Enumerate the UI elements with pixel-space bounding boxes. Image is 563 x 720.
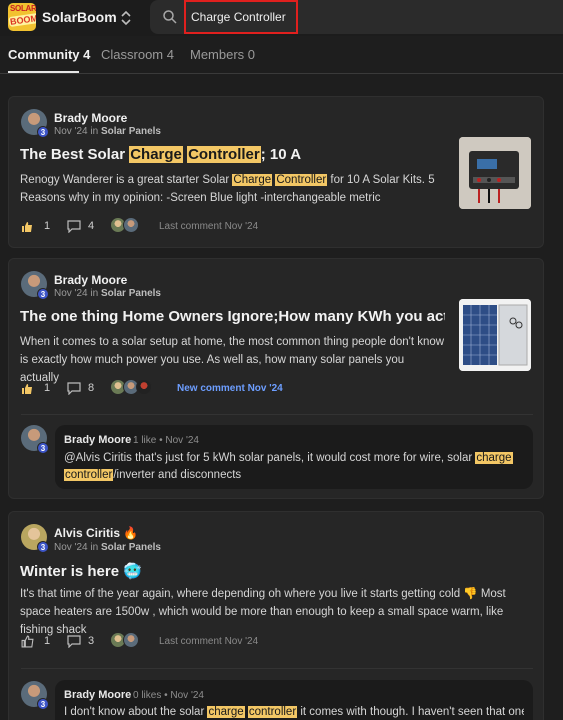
title-highlight: Charge xyxy=(129,146,183,163)
post-excerpt[interactable]: It's that time of the year again, where … xyxy=(20,585,532,639)
post-title[interactable]: Winter is here 🥶 xyxy=(20,562,142,580)
thumbs-down-icon: 👎 xyxy=(463,588,478,600)
tab-classroom[interactable]: Classroom 4 xyxy=(101,47,174,62)
active-tab-indicator xyxy=(8,71,79,73)
level-badge: 3 xyxy=(37,126,49,138)
reply-text-part: I don't know about the solar xyxy=(64,706,208,718)
level-badge: 3 xyxy=(37,541,49,553)
post-category[interactable]: Solar Panels xyxy=(101,126,161,137)
app-logo[interactable]: SOLAR BOOM xyxy=(8,3,36,31)
excerpt-text: Renogy Wanderer is a great starter Solar xyxy=(20,174,233,186)
like-count: 1 xyxy=(44,635,51,647)
like-count: 1 xyxy=(44,382,51,394)
tab-community[interactable]: Community 4 xyxy=(8,47,90,62)
logo-text-bottom: BOOM xyxy=(8,12,36,28)
reply-author[interactable]: Brady Moore xyxy=(64,434,131,446)
excerpt-highlight: Charge xyxy=(232,174,273,186)
post-meta: Nov '24 in Solar Panels xyxy=(54,542,161,553)
post-meta: Nov '24 in Solar Panels xyxy=(54,126,161,137)
comment-icon[interactable] xyxy=(67,220,81,233)
commenter-avatar[interactable] xyxy=(123,217,139,233)
like-icon[interactable] xyxy=(21,221,33,233)
post-author[interactable]: Brady Moore xyxy=(54,111,127,125)
comment-icon[interactable] xyxy=(67,382,81,395)
post-excerpt[interactable]: Renogy Wanderer is a great starter Solar… xyxy=(20,171,440,207)
top-bar: SOLAR BOOM SolarBoom xyxy=(0,0,563,36)
post-author[interactable]: Brady Moore xyxy=(54,273,127,287)
excerpt-text: It's that time of the year again, where … xyxy=(20,588,464,600)
like-icon[interactable] xyxy=(21,635,34,648)
excerpt-highlight: Controller xyxy=(275,174,328,186)
logo-text-top: SOLAR xyxy=(10,4,36,13)
post-card[interactable]: 3 Alvis Ciritis 🔥 Nov '24 in Solar Panel… xyxy=(8,511,544,720)
post-date: Nov '24 in xyxy=(54,288,99,299)
comment-count: 3 xyxy=(88,635,95,647)
post-card[interactable]: 3 Brady Moore Nov '24 in Solar Panels Th… xyxy=(8,258,544,499)
reply-bubble[interactable]: Brady Moore 1 like • Nov '24 @Alvis Ciri… xyxy=(55,425,533,489)
title-text: ; 10 A xyxy=(260,146,302,163)
cold-face-icon: 🥶 xyxy=(123,563,142,580)
solar-panel-photo-icon xyxy=(459,299,531,371)
reply-highlight: charge xyxy=(475,452,513,464)
reply-text-part: it comes with though. I haven't seen tha… xyxy=(297,706,524,718)
commenter-avatar[interactable] xyxy=(123,632,139,648)
fire-icon: 🔥 xyxy=(123,526,139,540)
level-badge: 3 xyxy=(37,288,49,300)
reply-highlight: controller xyxy=(64,469,114,481)
reply-text: I don't know about the solar charge cont… xyxy=(64,704,524,720)
app-name[interactable]: SolarBoom xyxy=(42,9,117,25)
new-comment-time[interactable]: New comment Nov '24 xyxy=(177,383,283,394)
post-category[interactable]: Solar Panels xyxy=(101,542,161,553)
author-name: Alvis Ciritis xyxy=(54,526,121,540)
post-card[interactable]: 3 Brady Moore Nov '24 in Solar Panels Th… xyxy=(8,96,544,248)
divider xyxy=(21,668,533,669)
charge-controller-photo-icon xyxy=(459,137,531,209)
reply-highlight: controller xyxy=(247,706,298,718)
tab-members[interactable]: Members 0 xyxy=(190,47,255,62)
title-highlight: Controller xyxy=(187,146,261,163)
search-icon[interactable] xyxy=(162,9,178,25)
tab-bar: Community 4 Classroom 4 Members 0 xyxy=(0,36,563,74)
comment-count: 4 xyxy=(88,220,95,232)
commenter-avatar[interactable] xyxy=(136,379,152,395)
post-meta: Nov '24 in Solar Panels xyxy=(54,288,161,299)
post-author[interactable]: Alvis Ciritis 🔥 xyxy=(54,526,138,540)
level-badge: 3 xyxy=(37,698,49,710)
comment-icon[interactable] xyxy=(67,635,81,648)
search-input[interactable] xyxy=(184,0,298,34)
level-badge: 3 xyxy=(37,442,49,454)
comment-count: 8 xyxy=(88,382,95,394)
post-date: Nov '24 in xyxy=(54,126,99,137)
search-bar xyxy=(150,0,563,34)
last-comment-time: Last comment Nov '24 xyxy=(159,221,259,232)
reply-meta: 1 like • Nov '24 xyxy=(133,435,199,446)
post-title[interactable]: The Best Solar Charge Controller; 10 A xyxy=(20,146,301,163)
chevron-up-down-icon[interactable] xyxy=(120,9,132,27)
title-text: The Best Solar xyxy=(20,146,130,163)
like-icon[interactable] xyxy=(21,383,33,395)
reply-author[interactable]: Brady Moore xyxy=(64,689,131,701)
last-comment-time: Last comment Nov '24 xyxy=(159,636,259,647)
like-count: 1 xyxy=(44,220,51,232)
post-title[interactable]: The one thing Home Owners Ignore;How man… xyxy=(20,308,445,325)
post-thumbnail[interactable] xyxy=(459,299,531,371)
post-thumbnail[interactable] xyxy=(459,137,531,209)
reply-text: @Alvis Ciritis that's just for 5 kWh sol… xyxy=(64,450,524,484)
reply-highlight: charge xyxy=(207,706,245,718)
reply-meta: 0 likes • Nov '24 xyxy=(133,690,204,701)
title-text: Winter is here xyxy=(20,563,120,580)
reply-text-part: /inverter and disconnects xyxy=(113,469,242,481)
post-date: Nov '24 in xyxy=(54,542,99,553)
post-category[interactable]: Solar Panels xyxy=(101,288,161,299)
reply-bubble[interactable]: Brady Moore 0 likes • Nov '24 I don't kn… xyxy=(55,680,533,720)
post-excerpt[interactable]: When it comes to a solar setup at home, … xyxy=(20,333,445,387)
divider xyxy=(21,414,533,415)
reply-text-part: @Alvis Ciritis that's just for 5 kWh sol… xyxy=(64,452,476,464)
